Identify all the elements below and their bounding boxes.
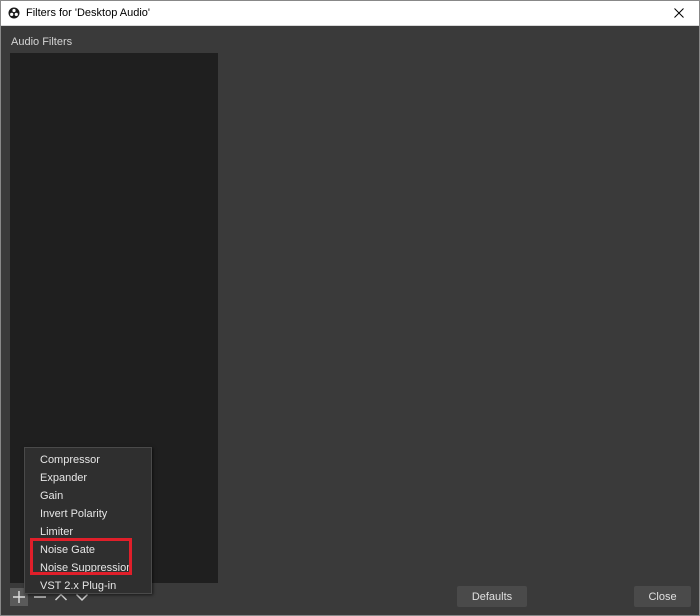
window-close-icon[interactable] (669, 4, 689, 22)
window-title: Filters for 'Desktop Audio' (26, 7, 151, 19)
close-button[interactable]: Close (634, 586, 691, 607)
menu-item-vst-plugin[interactable]: VST 2.x Plug-in (25, 577, 151, 595)
menu-item-compressor[interactable]: Compressor (25, 451, 151, 469)
menu-item-gain[interactable]: Gain (25, 487, 151, 505)
menu-item-expander[interactable]: Expander (25, 469, 151, 487)
filters-window: Filters for 'Desktop Audio' Audio Filter… (0, 0, 700, 616)
obs-app-icon (8, 7, 20, 19)
menu-item-invert-polarity[interactable]: Invert Polarity (25, 505, 151, 523)
title-bar: Filters for 'Desktop Audio' (1, 1, 699, 26)
audio-filters-label: Audio Filters (11, 36, 73, 48)
highlight-box (30, 538, 132, 575)
defaults-button[interactable]: Defaults (457, 586, 527, 607)
